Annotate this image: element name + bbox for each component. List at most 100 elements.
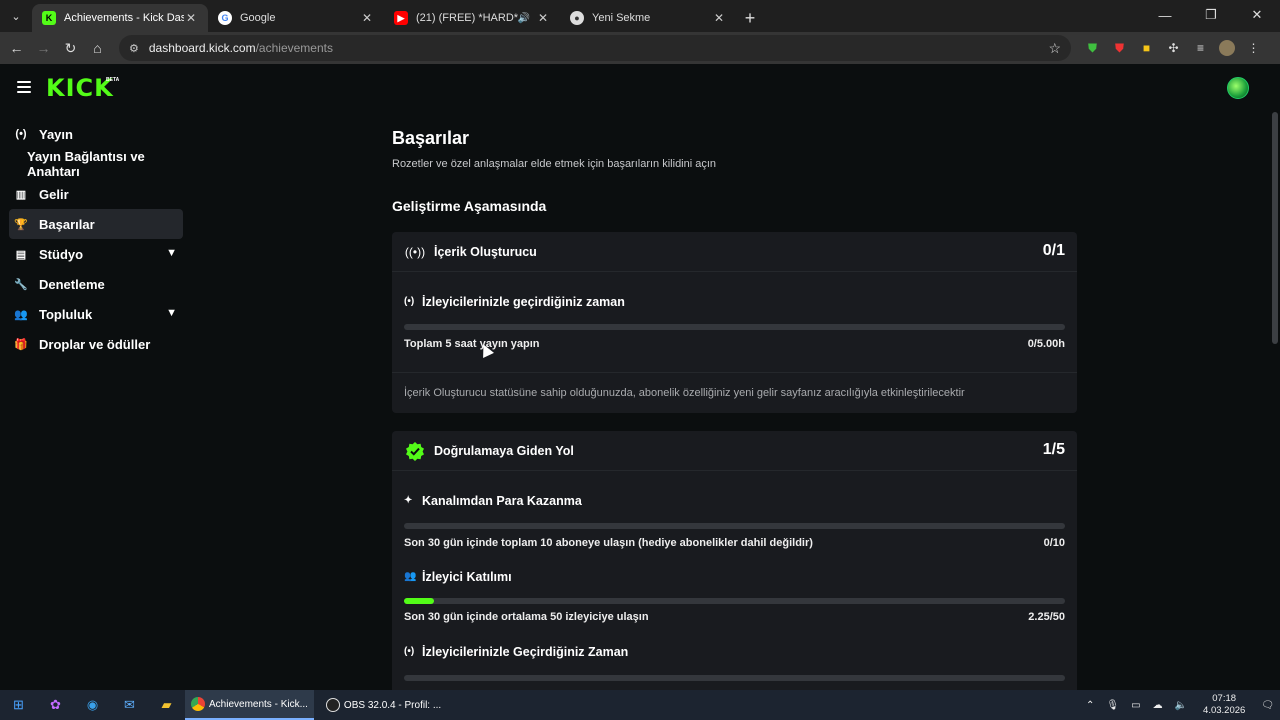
progress-fill <box>404 598 434 604</box>
tab-search-icon[interactable]: ⌄ <box>0 0 32 32</box>
taskbar-clock[interactable]: 07:18 4.03.2026 <box>1193 693 1255 717</box>
window-controls: — ❐ ✕ <box>1142 0 1280 30</box>
chrome-favicon-icon: ● <box>570 11 584 25</box>
card-score: 0/1 <box>1042 242 1065 259</box>
chevron-down-icon[interactable]: ▼ <box>166 247 177 259</box>
notifications-icon[interactable]: 🗨 <box>1255 700 1280 711</box>
sidebar-item-label: Yayın Bağlantısı ve Anahtarı <box>27 149 145 179</box>
broadcast-icon: (•) <box>404 296 415 307</box>
windows-taskbar: ⊞ ✿ ◉ ✉ ▰ Achievements - Kick... OBS 32.… <box>0 690 1280 720</box>
card-title: İçerik Oluşturucu <box>434 245 537 259</box>
restore-icon[interactable]: ❐ <box>1188 0 1234 30</box>
copilot-icon[interactable]: ✿ <box>37 690 74 720</box>
chevron-down-icon[interactable]: ▼ <box>166 307 177 319</box>
minimize-icon[interactable]: — <box>1142 0 1188 30</box>
url-input[interactable]: ⚙ dashboard.kick.com /achievements ☆ <box>119 35 1071 61</box>
requirement-title-text: Kanalımdan Para Kazanma <box>422 494 582 508</box>
site-info-icon[interactable]: ⚙ <box>129 42 139 55</box>
page-subtitle: Rozetler ve özel anlaşmalar elde etmek i… <box>392 158 717 170</box>
requirement-title: (•) İzleyicilerinizle geçirdiğiniz zaman <box>404 295 625 309</box>
tab-google[interactable]: G Google ✕ <box>208 4 384 32</box>
sidebar-item-droplar[interactable]: 🎁 Droplar ve ödüller <box>9 329 183 359</box>
requirement-value: 0/5.00h <box>1027 338 1065 350</box>
requirement-description: Toplam 5 saat yayın yapın <box>404 338 540 350</box>
clock-date: 4.03.2026 <box>1203 705 1246 716</box>
file-explorer-icon[interactable]: ▰ <box>148 690 185 720</box>
forward-icon[interactable]: → <box>30 34 57 62</box>
user-avatar[interactable] <box>1227 77 1249 99</box>
tab-youtube[interactable]: ▶ (21) (FREE) *HARD* ASAP R 🔊 ✕ <box>384 4 560 32</box>
microphone-icon[interactable]: 🎙 <box>1100 700 1125 711</box>
requirement-title: 👥 İzleyici Katılımı <box>404 570 512 584</box>
chart-icon: ▥ <box>15 188 27 201</box>
back-icon[interactable]: ← <box>3 34 30 62</box>
ublock-extension-icon[interactable]: ⛊ <box>1106 34 1133 62</box>
close-tab-icon[interactable]: ✕ <box>184 11 198 25</box>
card-header: ((•)) İçerik Oluşturucu 0/1 <box>392 232 1077 272</box>
card-title: Doğrulamaya Giden Yol <box>434 444 574 458</box>
close-tab-icon[interactable]: ✕ <box>360 11 374 25</box>
sidebar-item-stream-key[interactable]: Yayın Bağlantısı ve Anahtarı <box>9 149 183 179</box>
sidebar-item-label: Denetleme <box>39 276 105 292</box>
reload-icon[interactable]: ↻ <box>57 34 84 62</box>
taskbar-chrome-app[interactable]: Achievements - Kick... <box>185 690 314 720</box>
usb-icon[interactable]: ▭ <box>1125 700 1146 711</box>
tab-title: Achievements - Kick Dashboard <box>64 12 184 24</box>
close-tab-icon[interactable]: ✕ <box>536 11 550 25</box>
hamburger-menu-icon[interactable] <box>17 81 31 93</box>
chrome-icon <box>191 697 205 711</box>
page-title: Başarılar <box>392 128 470 148</box>
edge-icon[interactable]: ◉ <box>74 690 111 720</box>
sidebar-item-yayin[interactable]: (•) Yayın <box>9 119 183 149</box>
sidebar-item-label: Başarılar <box>39 216 95 232</box>
sidebar-item-basarilar[interactable]: 🏆 Başarılar <box>9 209 183 239</box>
kick-favicon-icon: K <box>42 11 56 25</box>
taskbar-app-label: Achievements - Kick... <box>209 698 308 710</box>
new-tab-icon[interactable]: + <box>736 4 764 32</box>
gift-icon: 🎁 <box>14 338 28 351</box>
kick-logo[interactable]: KICK <box>46 76 114 100</box>
tab-title: Yeni Sekme <box>592 12 651 24</box>
requirement-value: 2.25/50 <box>1028 611 1065 623</box>
profile-avatar[interactable] <box>1219 40 1235 56</box>
scrollbar-thumb[interactable] <box>1272 112 1278 344</box>
system-tray: ⌃ 🎙 ▭ ☁ 🔈 07:18 4.03.2026 🗨 <box>1080 690 1280 720</box>
tab-new[interactable]: ● Yeni Sekme ✕ <box>560 4 736 32</box>
card-header: Doğrulamaya Giden Yol 1/5 <box>392 431 1077 471</box>
windows-start-icon[interactable]: ⊞ <box>0 690 37 720</box>
tab-title: (21) (FREE) *HARD* ASAP R <box>416 12 518 24</box>
tray-overflow-icon[interactable]: ⌃ <box>1080 700 1100 711</box>
home-icon[interactable]: ⌂ <box>84 34 111 62</box>
sidebar-item-gelir[interactable]: ▥ Gelir <box>9 179 183 209</box>
wrench-icon: 🔧 <box>14 278 28 291</box>
shield-extension-icon[interactable]: ⛊ <box>1079 34 1106 62</box>
obs-icon <box>325 698 340 712</box>
broadcast-icon: (•) <box>15 128 27 140</box>
network-icon[interactable]: ☁ <box>1147 700 1169 711</box>
kick-dashboard-page: KICK BETA (•) Yayın Yayın Bağlantısı ve … <box>0 64 1280 690</box>
extensions-puzzle-icon[interactable]: ✣ <box>1160 34 1187 62</box>
requirement-title-text: İzleyici Katılımı <box>422 570 512 584</box>
sidebar-item-studyo[interactable]: ▤ Stüdyo ▼ <box>9 239 183 269</box>
url-host: dashboard.kick.com <box>148 41 256 55</box>
bookmark-star-icon[interactable]: ☆ <box>1048 40 1061 57</box>
section-title: Geliştirme Aşamasında <box>392 198 547 214</box>
sidebar-item-topluluk[interactable]: 👥 Topluluk ▼ <box>9 299 183 329</box>
speaker-icon[interactable]: 🔊 <box>518 13 530 24</box>
close-window-icon[interactable]: ✕ <box>1234 0 1280 30</box>
volume-icon[interactable]: 🔈 <box>1169 700 1193 711</box>
extensions-area: ⛊ ⛊ ■ ✣ ≡ ⋮ <box>1079 34 1267 62</box>
sidebar-item-label: Yayın <box>39 126 73 142</box>
card-note: İçerik Oluşturucu statüsüne sahip olduğu… <box>404 387 965 399</box>
close-tab-icon[interactable]: ✕ <box>712 11 726 25</box>
mail-icon[interactable]: ✉ <box>111 690 148 720</box>
taskbar-obs-app[interactable]: OBS 32.0.4 - Profil: ... <box>320 690 447 720</box>
requirement-title-text: İzleyicilerinizle Geçirdiğiniz Zaman <box>422 645 629 659</box>
tab-achievements[interactable]: K Achievements - Kick Dashboard ✕ <box>32 4 208 32</box>
note-extension-icon[interactable]: ■ <box>1133 34 1160 62</box>
requirement-title: ✦ Kanalımdan Para Kazanma <box>404 494 582 508</box>
sidebar-item-denetleme[interactable]: 🔧 Denetleme <box>9 269 183 299</box>
browser-menu-icon[interactable]: ⋮ <box>1240 34 1267 62</box>
tab-title: Google <box>240 12 276 24</box>
media-control-icon[interactable]: ≡ <box>1187 34 1214 62</box>
